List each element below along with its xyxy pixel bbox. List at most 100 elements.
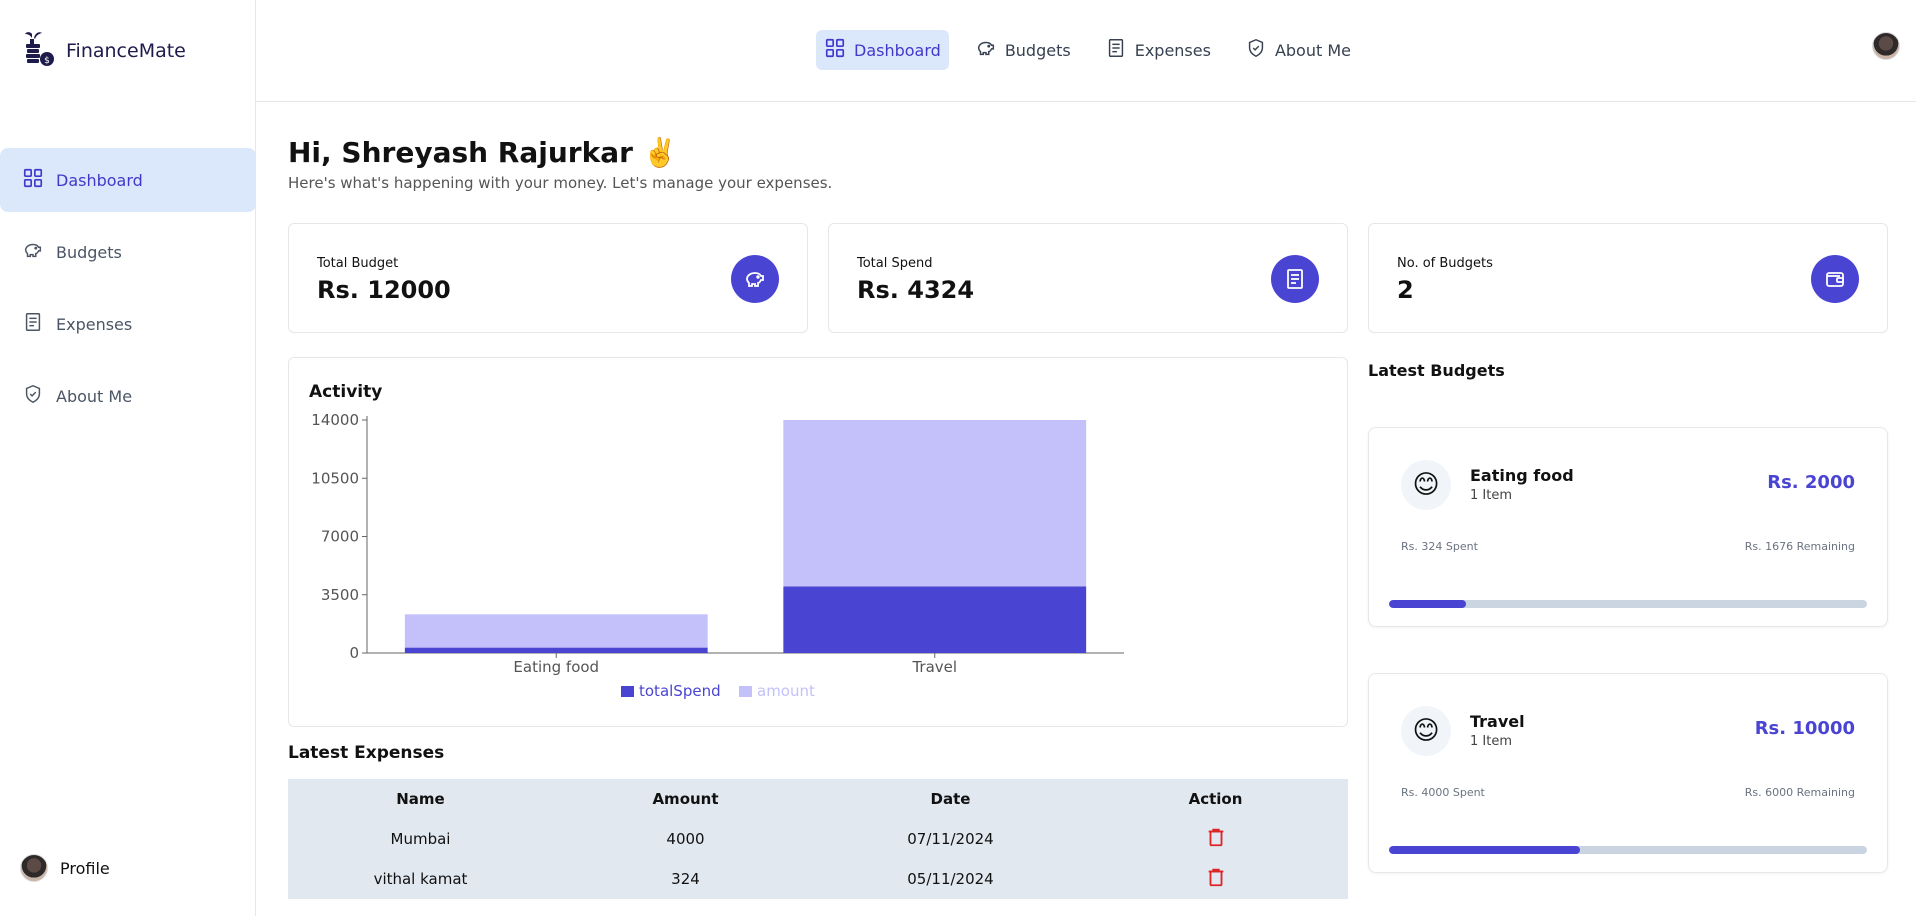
latest-expenses-title: Latest Expenses [288, 743, 445, 763]
expense-amount: 4000 [666, 830, 705, 848]
bar-totalSpend [783, 586, 1087, 653]
tab-expenses[interactable]: Expenses [1097, 30, 1219, 70]
budget-progress-fill [1389, 846, 1581, 854]
receipt-icon [1271, 255, 1319, 303]
bar-amount [404, 614, 708, 648]
sidebar-item-budgets[interactable]: Budgets [0, 220, 256, 284]
card-label: Total Spend [857, 256, 933, 271]
trash-icon[interactable] [1205, 826, 1227, 848]
budget-progress-bar [1389, 846, 1867, 854]
column-header: Name [396, 790, 445, 808]
top-bar: Dashboard Budgets Expenses About Me [256, 0, 1916, 102]
tab-about-me[interactable]: About Me [1237, 30, 1359, 70]
budget-remaining: Rs. 6000 Remaining [1744, 786, 1855, 799]
legend-swatch [621, 686, 634, 697]
card-value: Rs. 12000 [317, 276, 451, 304]
activity-chart: Activity 0 3500 7000 10500 14000 Eating food T… [288, 357, 1348, 727]
top-nav: Dashboard Budgets Expenses About Me [816, 30, 1359, 70]
expense-date: 07/11/2024 [907, 830, 994, 848]
expense-date: 05/11/2024 [907, 870, 994, 888]
legend-label: totalSpend [639, 682, 721, 700]
x-tick-label: Eating food [513, 658, 599, 676]
tab-dashboard[interactable]: Dashboard [816, 30, 949, 70]
sidebar: $ FinanceMate Dashboard Budgets Expenses… [0, 0, 256, 916]
tab-label: Expenses [1134, 40, 1211, 60]
wallet-icon [1811, 255, 1859, 303]
smile-emoji-icon: 😊 [1401, 706, 1451, 756]
expense-amount: 324 [671, 870, 700, 888]
bar-amount [783, 420, 1087, 587]
budget-card-travel[interactable]: 😊 Travel 1 Item Rs. 10000 Rs. 4000 Spent… [1368, 673, 1888, 873]
expense-name: Mumbai [390, 830, 451, 848]
y-tick-label: 7000 [321, 528, 359, 546]
expense-name: vithal kamat [373, 870, 468, 888]
piggy-bank-icon [731, 255, 779, 303]
piggy-bank-icon [975, 37, 997, 63]
column-header: Amount [652, 790, 719, 808]
card-value: 2 [1397, 276, 1414, 304]
tab-label: Budgets [1004, 40, 1071, 60]
column-header: Action [1188, 790, 1243, 808]
budget-progress-bar [1389, 600, 1867, 608]
sidebar-item-label: Expenses [56, 314, 133, 334]
grid-icon [22, 167, 44, 193]
budget-item-count: 1 Item [1470, 734, 1512, 749]
page-title: Hi, Shreyash Rajurkar ✌️ [288, 136, 678, 169]
user-avatar[interactable] [1872, 32, 1900, 60]
budget-remaining: Rs. 1676 Remaining [1744, 540, 1855, 553]
sidebar-item-about-me[interactable]: About Me [0, 364, 256, 428]
svg-text:$: $ [44, 56, 50, 66]
shield-check-icon [22, 383, 44, 409]
profile-link[interactable]: Profile [20, 854, 110, 882]
logo[interactable]: $ FinanceMate [20, 30, 186, 72]
avatar [20, 854, 48, 882]
latest-budgets-title: Latest Budgets [1368, 361, 1505, 380]
budget-amount: Rs. 2000 [1767, 472, 1855, 493]
sidebar-item-label: About Me [56, 386, 133, 406]
card-label: Total Budget [317, 256, 399, 271]
column-header: Date [930, 790, 971, 808]
sidebar-item-label: Dashboard [56, 170, 143, 190]
grid-icon [824, 37, 846, 63]
budget-amount: Rs. 10000 [1754, 718, 1855, 739]
legend-label: amount [757, 682, 815, 700]
tab-label: Dashboard [854, 40, 941, 60]
y-tick-label: 14000 [311, 411, 359, 429]
sidebar-item-expenses[interactable]: Expenses [0, 292, 256, 356]
card-label: No. of Budgets [1397, 256, 1493, 271]
budget-item-count: 1 Item [1470, 488, 1512, 503]
budget-name: Eating food [1470, 466, 1574, 485]
page-subtitle: Here's what's happening with your money.… [288, 174, 833, 192]
receipt-icon [1105, 37, 1127, 63]
profile-label: Profile [60, 858, 110, 878]
total-spend-card: Total Spend Rs. 4324 [828, 223, 1348, 333]
chart-canvas: 0 3500 7000 10500 14000 Eating food Travel tota… [311, 411, 1124, 700]
table-header: Name Amount Date Action [288, 779, 1348, 819]
table-row: vithal kamat 324 05/11/2024 [288, 859, 1348, 899]
legend-swatch [739, 686, 752, 697]
piggy-bank-icon [22, 239, 44, 265]
app-name: FinanceMate [66, 40, 186, 62]
expense-action [1083, 826, 1348, 852]
app-root: $ FinanceMate Dashboard Budgets Expenses… [0, 0, 1916, 916]
expense-action [1083, 866, 1348, 892]
budget-progress-fill [1389, 600, 1467, 608]
budget-name: Travel [1470, 712, 1525, 731]
budget-card-eating-food[interactable]: 😊 Eating food 1 Item Rs. 2000 Rs. 324 Sp… [1368, 427, 1888, 627]
table-row: Mumbai 4000 07/11/2024 [288, 819, 1348, 859]
budget-count-card: No. of Budgets 2 [1368, 223, 1888, 333]
sidebar-item-dashboard[interactable]: Dashboard [0, 148, 256, 212]
y-tick-label: 0 [349, 644, 359, 662]
trash-icon[interactable] [1205, 866, 1227, 888]
x-tick-label: Travel [911, 658, 957, 676]
y-tick-label: 3500 [321, 586, 359, 604]
sidebar-item-label: Budgets [56, 242, 122, 262]
bar-totalSpend [404, 647, 708, 653]
smile-emoji-icon: 😊 [1401, 460, 1451, 510]
receipt-icon [22, 311, 44, 337]
tab-budgets[interactable]: Budgets [967, 30, 1079, 70]
card-value: Rs. 4324 [857, 276, 975, 304]
tab-label: About Me [1274, 40, 1351, 60]
budget-spent: Rs. 4000 Spent [1401, 786, 1485, 799]
logo-icon: $ [20, 30, 58, 72]
